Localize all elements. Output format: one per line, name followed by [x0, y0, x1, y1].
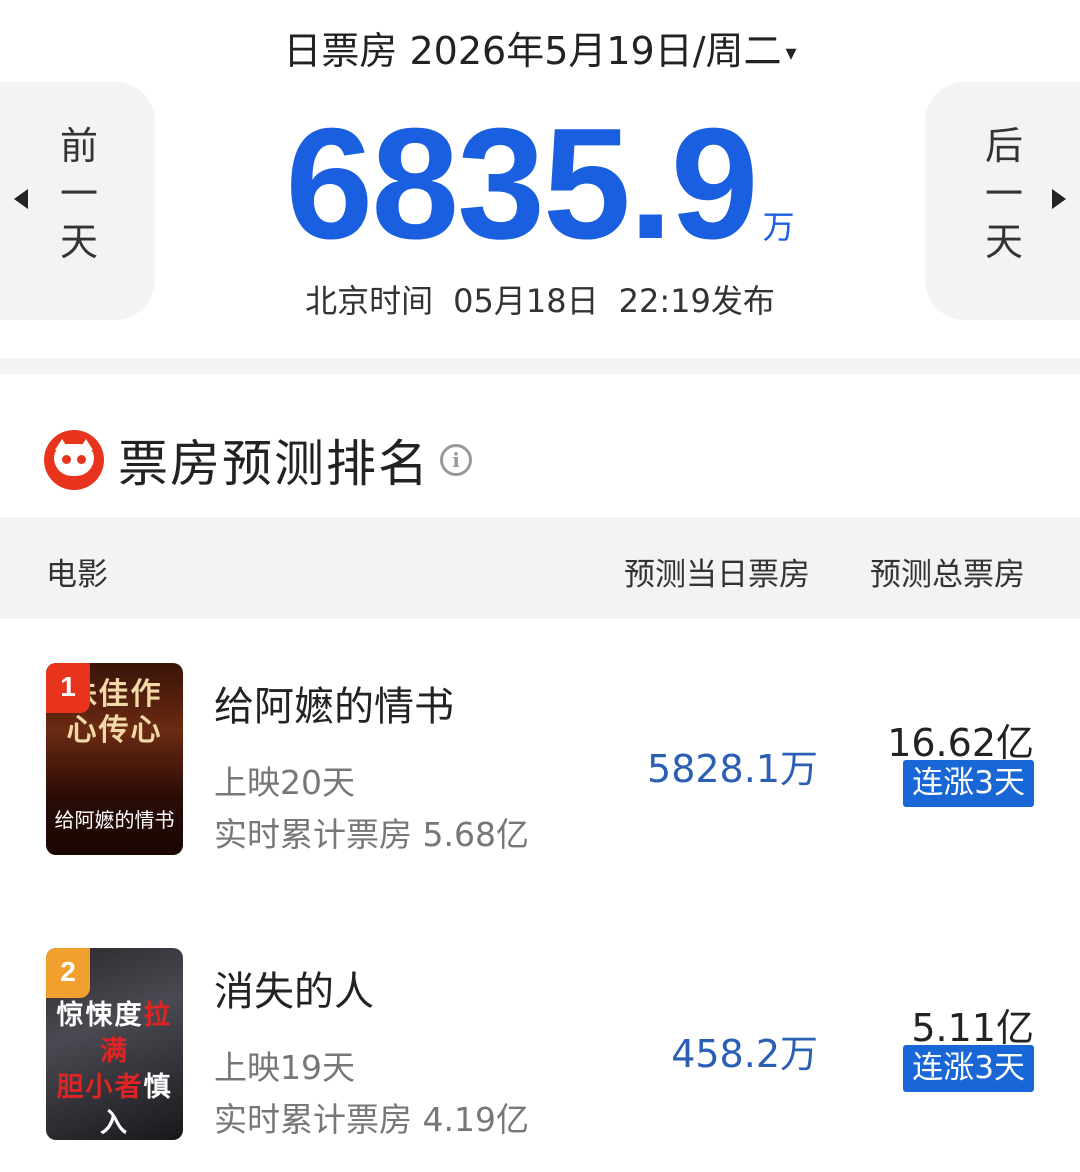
- trend-tag: 连涨3天: [903, 1045, 1034, 1092]
- cat-logo-icon: [44, 430, 104, 490]
- total-box-office: 6835.9 万: [0, 104, 1080, 264]
- publish-prefix: 北京时间: [305, 282, 434, 320]
- rank-badge: 1: [46, 663, 90, 713]
- release-days: 上映20天: [214, 763, 355, 802]
- total-box-office-unit: 万: [762, 208, 795, 246]
- cumulative-box-office: 实时累计票房 4.19亿: [214, 1100, 529, 1139]
- publish-date: 05月18日: [453, 282, 599, 320]
- section-title: 票房预测排名: [118, 435, 430, 493]
- trend-tag: 连涨3天: [903, 760, 1034, 807]
- table-row[interactable]: 惊悚度拉满 胆小者慎入 2 消失的人 上映19天 实时累计票房 4.19亿 458…: [0, 945, 1080, 1145]
- movie-title: 给阿嬷的情书: [214, 684, 454, 730]
- section-divider: [0, 358, 1080, 374]
- section-header: 票房预测排名 i: [44, 424, 472, 496]
- rank-badge: 2: [46, 948, 90, 998]
- predicted-total: 5.11亿: [911, 1006, 1034, 1050]
- predicted-daily: 458.2万: [671, 1032, 818, 1076]
- cumulative-box-office: 实时累计票房 5.68亿: [214, 815, 529, 854]
- column-header-total[interactable]: 预测总票房: [870, 549, 1025, 594]
- predicted-daily: 5828.1万: [647, 747, 818, 791]
- release-days: 上映19天: [214, 1048, 355, 1087]
- info-icon[interactable]: i: [440, 444, 472, 476]
- movie-poster: 惊悚度拉满 胆小者慎入 2: [46, 948, 183, 1140]
- chevron-down-icon: ▾: [785, 41, 797, 66]
- column-header-movie: 电影: [46, 557, 108, 593]
- movie-title: 消失的人: [214, 969, 374, 1015]
- date-selector[interactable]: 日票房 2026年5月19日/周二 ▾: [0, 20, 1080, 75]
- publish-time: 北京时间 05月18日 22:19发布: [0, 276, 1080, 322]
- movie-poster: 珠佳作 心传心 给阿嬷的情书 1: [46, 663, 183, 855]
- predicted-total: 16.62亿: [887, 721, 1034, 765]
- date-title: 日票房 2026年5月19日/周二: [283, 29, 782, 73]
- total-box-office-value: 6835.9: [285, 96, 758, 272]
- column-header-daily[interactable]: 预测当日票房: [624, 549, 810, 594]
- publish-clock: 22:19发布: [618, 282, 775, 320]
- table-header: 电影 预测当日票房 预测总票房: [0, 517, 1080, 619]
- table-row[interactable]: 珠佳作 心传心 给阿嬷的情书 1 给阿嬷的情书 上映20天 实时累计票房 5.68…: [0, 660, 1080, 860]
